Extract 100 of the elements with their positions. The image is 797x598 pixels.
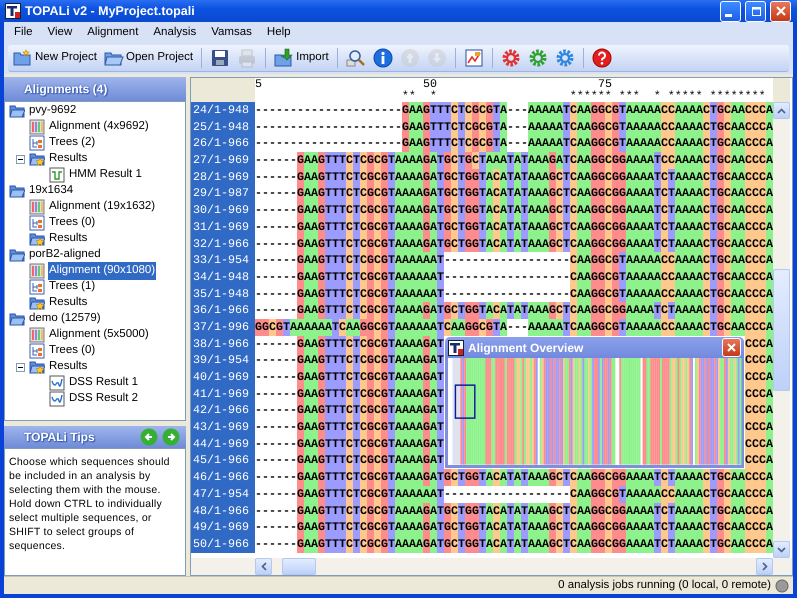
sequence-name[interactable]: 47/1-954 bbox=[191, 486, 255, 502]
sequence-name[interactable]: 28/1-969 bbox=[191, 168, 255, 186]
sequence-name[interactable]: 39/1-954 bbox=[191, 352, 255, 369]
close-icon bbox=[726, 342, 737, 354]
header-corner bbox=[773, 78, 790, 102]
sequence-name[interactable]: 24/1-948 bbox=[191, 102, 255, 119]
sequence-name[interactable]: 30/1-969 bbox=[191, 202, 255, 219]
sequence-text: ------GAAGTTTCTCGCGTAAAAGAT bbox=[255, 369, 444, 386]
status-light-icon bbox=[775, 578, 789, 592]
tree-item[interactable]: Trees (2) bbox=[48, 134, 96, 152]
collapse-icon[interactable] bbox=[16, 154, 25, 164]
new-project-icon bbox=[13, 48, 33, 68]
tree-item[interactable]: Trees (0) bbox=[48, 214, 96, 232]
sequence-text: GGCGTAAAAAATCAAGGCGTAAAAAATCAAGGCGTA---AAAAATCAAGGCGTAAAAACCAAAACTGCAACCCA bbox=[255, 318, 773, 336]
sequence-name[interactable]: 27/1-969 bbox=[191, 152, 255, 169]
sequence-name[interactable]: 25/1-948 bbox=[191, 118, 255, 136]
results-folder-icon bbox=[29, 295, 45, 311]
tree-item[interactable]: HMM Result 1 bbox=[68, 166, 143, 184]
sequence-text: ------GAAGTTTCTCGCGTAAAAGATGCTGGTACATATAAAGCTCAAGGCGGAAAATCTAAAACTGCAACCCA bbox=[255, 519, 773, 536]
ruler-label: 50 bbox=[423, 78, 437, 90]
minimize-button[interactable] bbox=[720, 0, 741, 22]
close-button[interactable] bbox=[770, 0, 791, 22]
menu-item[interactable]: Vamsas bbox=[204, 24, 260, 42]
app-logo-icon bbox=[448, 340, 464, 356]
tree-item[interactable]: Alignment (4x9692) bbox=[48, 118, 150, 136]
sequence-text: ------GAAGTTTCTCGCGTAAAAGATGCTGGTACATATAAAGCTCAAGGCGGAAAATCTAAAACTGCAACCCA bbox=[255, 236, 773, 252]
scroll-thumb[interactable] bbox=[282, 558, 316, 575]
sequence-text: ------GAAGTTTCTCGCGTAAAAGATGCTGGTACATATAAAGCTCAAGGCGGAAAATCTAAAACTGCAACCCA bbox=[255, 536, 773, 553]
sequence-text: ------GAAGTTTCTCGCGTAAAAGAT bbox=[255, 436, 444, 452]
scroll-right-button[interactable] bbox=[756, 558, 773, 575]
sequence-text: ------GAAGTTTCTCGCGTAAAAGAT bbox=[255, 386, 444, 402]
menu-item[interactable]: View bbox=[40, 24, 80, 42]
status-text: 0 analysis jobs running (0 local, 0 remote) bbox=[558, 578, 771, 593]
tree-item[interactable]: 19x1634 bbox=[28, 182, 74, 200]
tree-item[interactable]: porB2-aligned bbox=[28, 246, 102, 264]
sequence-name[interactable]: 34/1-948 bbox=[191, 268, 255, 286]
scroll-thumb[interactable] bbox=[773, 269, 790, 391]
tree-item[interactable]: Alignment (19x1632) bbox=[48, 198, 156, 216]
tree-item[interactable]: Alignment (90x1080) bbox=[48, 262, 156, 280]
tip-text: Choose which sequences should be included in an analysis by selecting them with the mouse. Hold down CTRL to individually select multiple sequences, or SHIFT to select groups of sequences. bbox=[9, 456, 170, 552]
alignment-icon bbox=[29, 327, 45, 343]
sequence-name[interactable]: 38/1-966 bbox=[191, 336, 255, 352]
save-icon bbox=[210, 48, 230, 68]
collapse-icon[interactable] bbox=[16, 362, 25, 372]
sequence-name[interactable]: 43/1-969 bbox=[191, 419, 255, 436]
help-icon bbox=[592, 48, 612, 68]
menu-item[interactable]: Help bbox=[260, 24, 299, 42]
tree-item[interactable]: Results bbox=[48, 150, 88, 168]
sequence-text: ------GAAGTTTCTCGCGTAAAAGATGCTGGTACATATAAAGCTCAAGGCGGAAAATCTAAAACTGCAACCCA bbox=[255, 302, 773, 319]
tree-item[interactable]: demo (12579) bbox=[28, 310, 102, 328]
sequence-name[interactable]: 45/1-966 bbox=[191, 452, 255, 470]
new-project-button[interactable]: New Project bbox=[11, 46, 99, 70]
import-button[interactable]: Import bbox=[272, 46, 331, 70]
tree-item[interactable]: Trees (0) bbox=[48, 342, 96, 360]
menu-item[interactable]: Alignment bbox=[80, 24, 146, 42]
tree-item[interactable]: Trees (1) bbox=[48, 278, 96, 296]
sequence-name[interactable]: 29/1-987 bbox=[191, 185, 255, 202]
sequence-name[interactable]: 36/1-966 bbox=[191, 302, 255, 319]
toolbar-button[interactable] bbox=[370, 46, 395, 70]
scroll-up-button[interactable] bbox=[773, 102, 790, 119]
close-button[interactable] bbox=[722, 338, 741, 358]
horizontal-scrollbar[interactable] bbox=[191, 558, 792, 575]
tree-item[interactable]: DSS Result 1 bbox=[68, 374, 140, 392]
menu-item[interactable]: Analysis bbox=[146, 24, 204, 42]
sequence-name[interactable]: 32/1-966 bbox=[191, 236, 255, 252]
sequence-name[interactable]: 41/1-969 bbox=[191, 386, 255, 402]
gear-icon bbox=[554, 48, 575, 68]
tree-item[interactable]: Results bbox=[48, 358, 88, 376]
toolbar-button[interactable] bbox=[590, 46, 614, 70]
tree-item[interactable]: DSS Result 2 bbox=[68, 390, 140, 408]
tree-item[interactable]: Alignment (5x5000) bbox=[48, 326, 150, 344]
sequence-name[interactable]: 33/1-954 bbox=[191, 252, 255, 269]
gear-icon bbox=[528, 48, 548, 68]
sequence-name[interactable]: 26/1-966 bbox=[191, 135, 255, 152]
sequence-name[interactable]: 42/1-966 bbox=[191, 402, 255, 420]
sequence-name[interactable]: 40/1-969 bbox=[191, 369, 255, 386]
sequence-name[interactable]: 46/1-966 bbox=[191, 469, 255, 486]
scroll-down-button[interactable] bbox=[773, 541, 790, 558]
tree-item[interactable]: pvy-9692 bbox=[28, 102, 78, 120]
sequence-name[interactable]: 35/1-948 bbox=[191, 286, 255, 302]
vertical-scrollbar[interactable] bbox=[773, 78, 790, 558]
sequence-name[interactable]: 37/1-996 bbox=[191, 318, 255, 336]
tree-item[interactable]: Results bbox=[48, 230, 88, 248]
sequence-text: ------GAAGTTTCTCGCGTAAAAAAT------------------CAAGGCGTAAAAACCAAAACTGCAACCCA bbox=[255, 486, 773, 502]
menu-item[interactable]: File bbox=[7, 24, 41, 42]
scroll-left-button[interactable] bbox=[255, 558, 272, 575]
maximize-button[interactable] bbox=[745, 0, 766, 22]
sequence-name[interactable]: 50/1-966 bbox=[191, 536, 255, 553]
minimize-icon bbox=[725, 14, 732, 16]
sequence-name[interactable]: 31/1-969 bbox=[191, 218, 255, 236]
sequence-name[interactable]: 44/1-969 bbox=[191, 436, 255, 452]
sequence-text: CCCA bbox=[745, 402, 773, 420]
sequence-text: ------GAAGTTTCTCGCGTAAAAGATGCTGGTACATATAAAGCTCAAGGCGGAAAATCTAAAACTGCAACCCA bbox=[255, 185, 773, 202]
sequence-text: ------GAAGTTTCTCGCGTAAAAGATGCTGCTAAATATAAAGATCAAGGCGGAAAATCCAAAACTGCAACCCA bbox=[255, 152, 773, 169]
open-project-button[interactable]: Open Project bbox=[102, 46, 196, 70]
sequence-name[interactable]: 48/1-966 bbox=[191, 502, 255, 520]
sequence-text: ------GAAGTTTCTCGCGTAAAAGAT bbox=[255, 452, 444, 470]
sequence-name[interactable]: 49/1-969 bbox=[191, 519, 255, 536]
results-folder-icon bbox=[29, 231, 45, 247]
tree-item[interactable]: Results bbox=[48, 294, 88, 312]
